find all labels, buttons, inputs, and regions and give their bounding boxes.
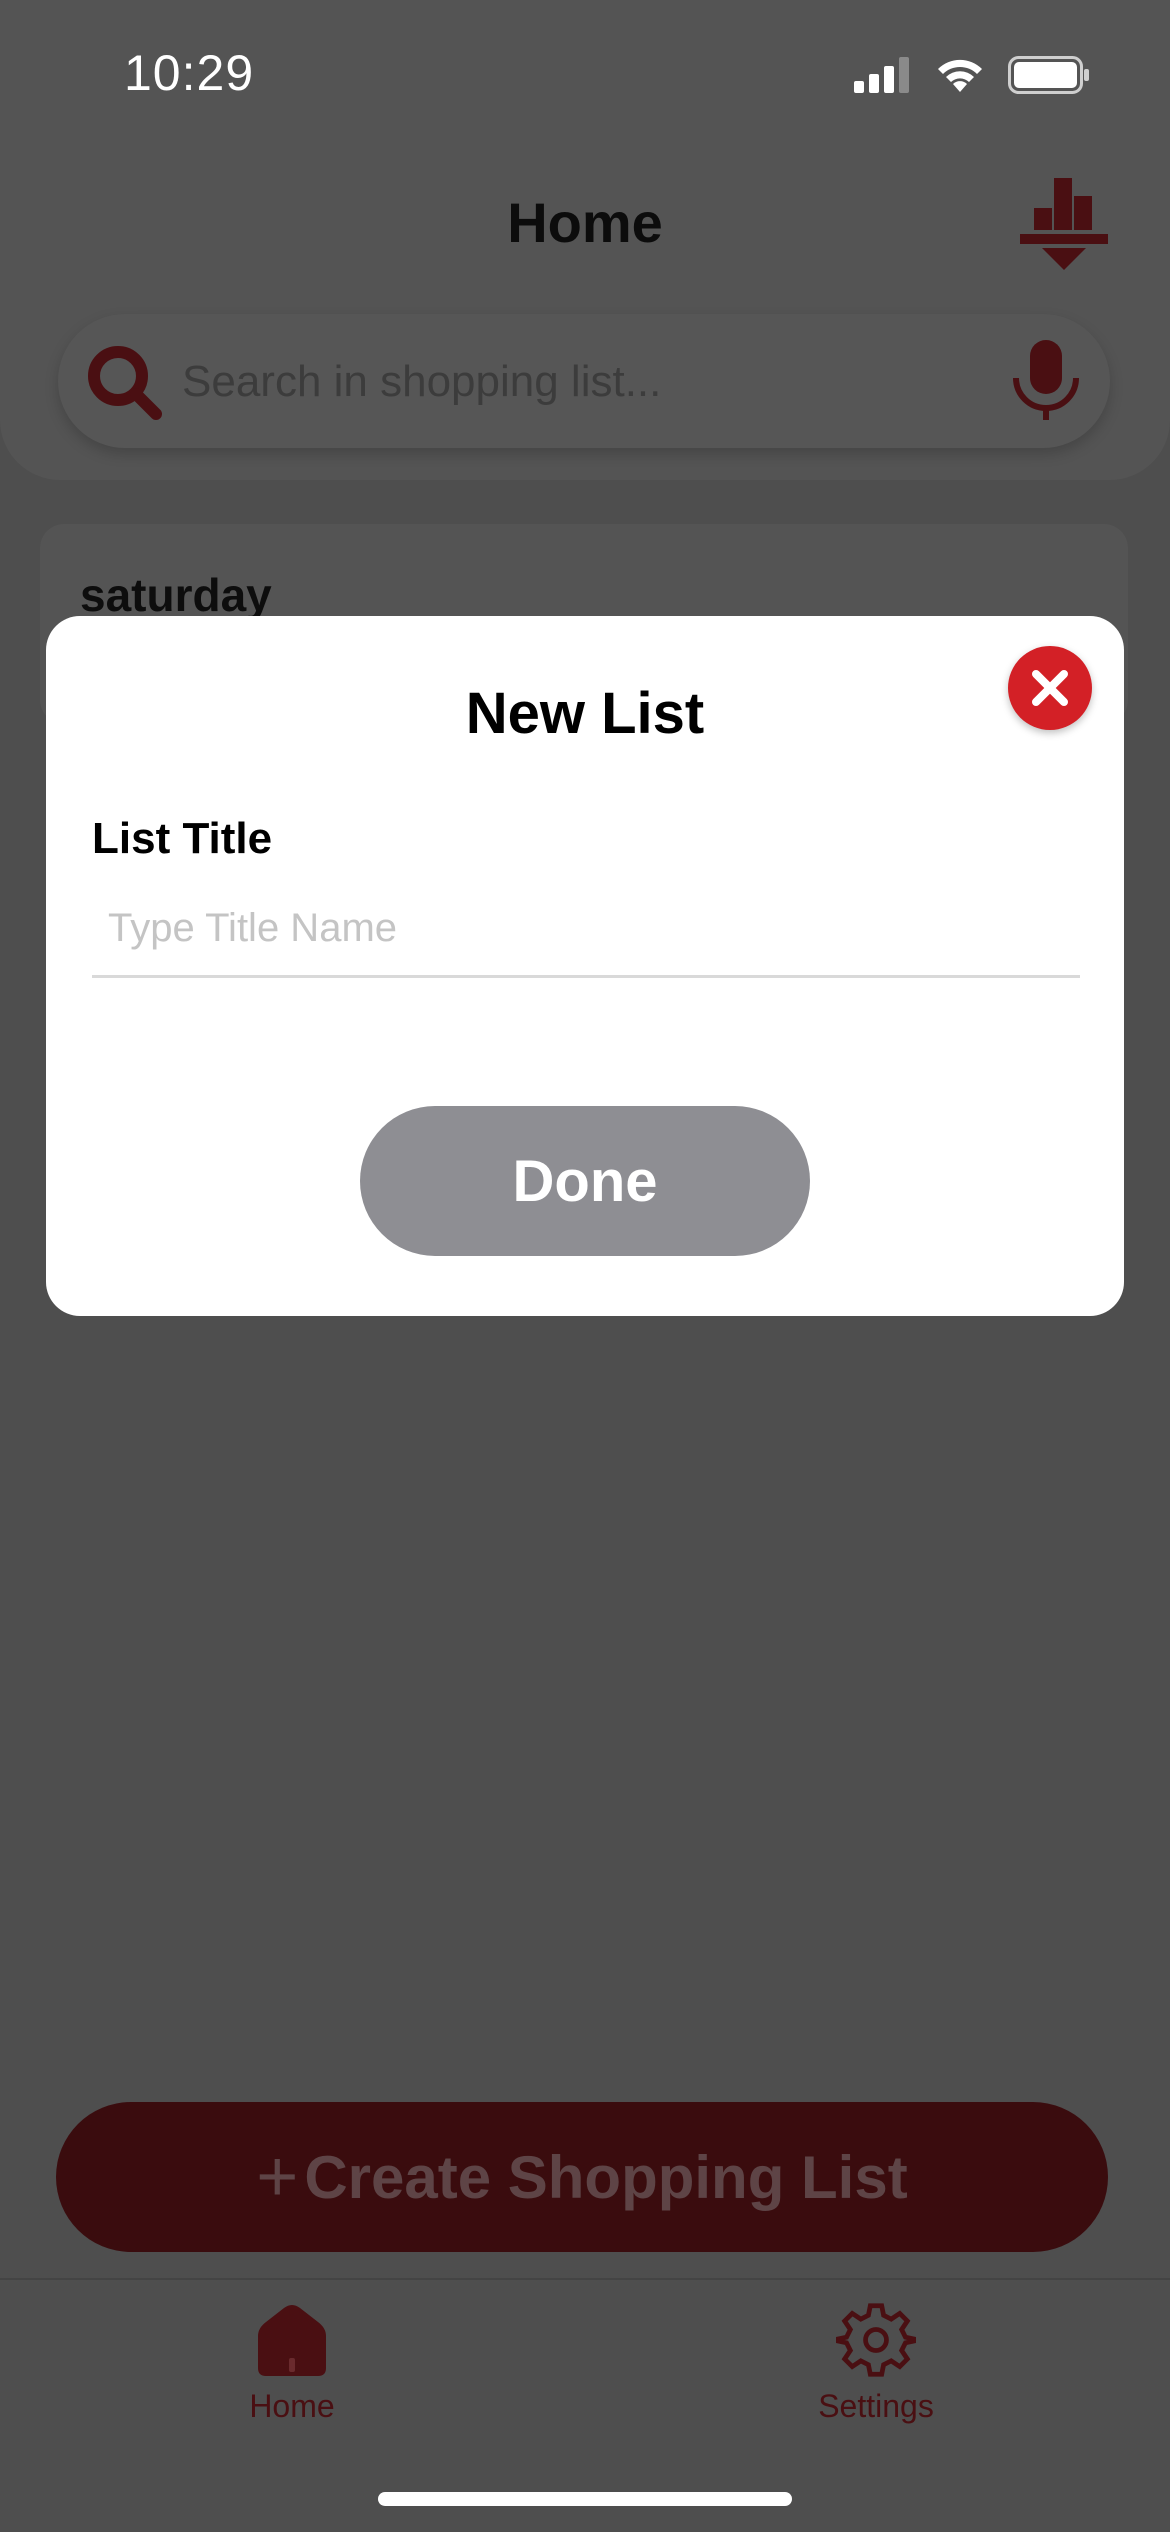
tab-settings[interactable]: Settings <box>756 2302 996 2425</box>
cellular-signal-icon <box>854 57 909 93</box>
plus-icon: + <box>256 2137 299 2217</box>
new-list-modal: New List List Title Done <box>46 616 1124 1316</box>
create-shopping-list-button[interactable]: + Create Shopping List <box>56 2102 1108 2252</box>
screen: 10:29 Home Search in shopping list... sa… <box>0 0 1170 2532</box>
done-button[interactable]: Done <box>360 1106 810 1256</box>
battery-icon <box>1008 56 1089 94</box>
list-title-input[interactable] <box>92 882 1080 978</box>
tab-home-label: Home <box>249 2388 335 2424</box>
header: 10:29 Home <box>0 0 1170 480</box>
house-icon <box>258 2305 326 2376</box>
sort-filter-icon[interactable] <box>1016 176 1112 277</box>
wifi-icon <box>938 59 982 92</box>
search-input[interactable] <box>180 344 1024 420</box>
microphone-icon[interactable] <box>1010 338 1082 424</box>
search-bar[interactable] <box>58 314 1110 448</box>
search-icon <box>88 346 162 420</box>
status-icons <box>854 56 1090 94</box>
page-title: Home <box>507 191 663 254</box>
list-item-title: saturday <box>80 569 272 621</box>
home-indicator <box>378 2492 792 2506</box>
close-button[interactable] <box>1008 646 1092 730</box>
gear-icon <box>836 2303 916 2377</box>
tab-settings-label: Settings <box>818 2388 934 2424</box>
create-shopping-list-label: Create Shopping List <box>304 2143 908 2211</box>
tab-home[interactable]: Home <box>172 2302 412 2425</box>
modal-title: New List <box>465 681 705 746</box>
status-time: 10:29 <box>124 45 255 101</box>
list-title-label: List Title <box>92 814 273 863</box>
close-icon <box>1032 670 1068 706</box>
